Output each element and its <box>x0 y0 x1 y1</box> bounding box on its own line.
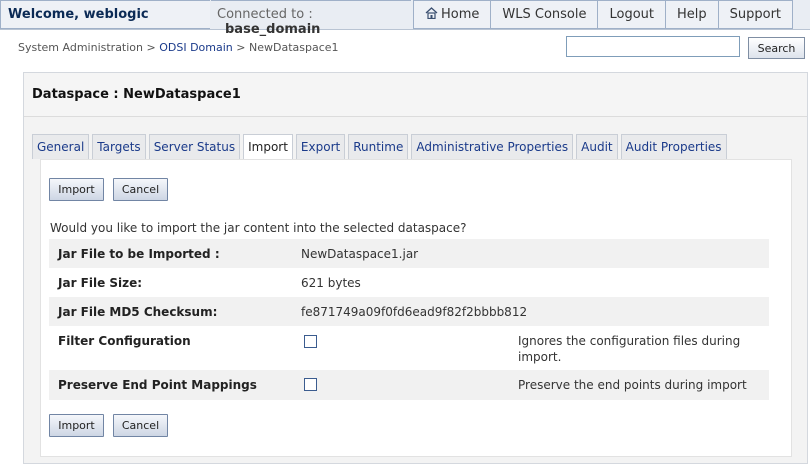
filter-config-row: Filter Configuration Ignores the configu… <box>49 326 769 370</box>
search-input[interactable] <box>566 36 740 57</box>
preserve-endpoints-description: Preserve the end points during import <box>518 378 747 392</box>
page-title: Dataspace : NewDataspace1 <box>24 73 807 117</box>
jar-file-row: Jar File to be Imported : NewDataspace1.… <box>49 239 769 268</box>
connection-info: Connected to : base_domain <box>211 0 411 37</box>
tab-server-status[interactable]: Server Status <box>148 134 241 159</box>
tab-administrative-properties[interactable]: Administrative Properties <box>411 134 574 159</box>
help-link[interactable]: Help <box>666 0 719 29</box>
dataspace-panel: Dataspace : NewDataspace1 General Target… <box>23 72 808 464</box>
tab-import[interactable]: Import <box>243 134 293 160</box>
jar-file-label: Jar File to be Imported : <box>58 247 220 261</box>
jar-file-value: NewDataspace1.jar <box>301 247 419 261</box>
filter-config-checkbox[interactable] <box>304 335 317 348</box>
logout-link[interactable]: Logout <box>598 0 666 29</box>
md5-row: Jar File MD5 Checksum: fe871749a09f0fd6e… <box>49 297 769 326</box>
filter-config-label: Filter Configuration <box>58 334 191 348</box>
breadcrumb-current: NewDataspace1 <box>249 41 339 54</box>
breadcrumb: System Administration > ODSI Domain > Ne… <box>18 41 339 54</box>
jar-size-label: Jar File Size: <box>58 276 143 290</box>
tab-runtime[interactable]: Runtime <box>348 134 409 159</box>
preserve-endpoints-label: Preserve End Point Mappings <box>58 378 257 392</box>
tab-export[interactable]: Export <box>295 134 346 159</box>
connected-label: Connected to : <box>217 7 313 22</box>
md5-label: Jar File MD5 Checksum: <box>58 305 218 319</box>
tab-general[interactable]: General <box>32 134 90 159</box>
preserve-endpoints-row: Preserve End Point Mappings Preserve the… <box>49 370 769 400</box>
import-button-bottom[interactable]: Import <box>49 414 104 437</box>
home-link[interactable]: Home <box>413 0 492 29</box>
search-button[interactable]: Search <box>748 37 805 59</box>
home-link-label: Home <box>441 7 480 22</box>
tab-audit-properties[interactable]: Audit Properties <box>620 134 727 159</box>
top-bar: Welcome, weblogic Connected to : base_do… <box>0 0 810 37</box>
import-form: Import Cancel Would you like to import t… <box>40 159 792 457</box>
import-button-top[interactable]: Import <box>49 178 104 201</box>
breadcrumb-odsi-domain[interactable]: ODSI Domain <box>159 41 233 54</box>
import-question: Would you like to import the jar content… <box>50 221 467 235</box>
cancel-button-top[interactable]: Cancel <box>113 178 168 201</box>
cancel-button-bottom[interactable]: Cancel <box>113 414 168 437</box>
top-nav: Home WLS Console Logout Help Support <box>413 0 794 29</box>
home-icon <box>425 7 438 19</box>
domain-name: base_domain <box>225 22 321 37</box>
tab-bar: General Targets Server Status Import Exp… <box>32 134 730 160</box>
tab-audit[interactable]: Audit <box>576 134 618 159</box>
jar-size-value: 621 bytes <box>301 276 361 290</box>
preserve-endpoints-checkbox[interactable] <box>304 378 317 391</box>
support-link[interactable]: Support <box>718 0 794 29</box>
breadcrumb-separator: > <box>236 41 246 54</box>
filter-config-description: Ignores the configuration files during i… <box>518 334 741 364</box>
md5-value: fe871749a09f0fd6ead9f82f2bbbb812 <box>301 305 528 319</box>
wls-console-link[interactable]: WLS Console <box>491 0 599 29</box>
welcome-text: Welcome, weblogic <box>0 0 210 29</box>
breadcrumb-separator: > <box>146 41 156 54</box>
jar-size-row: Jar File Size: 621 bytes <box>49 268 769 297</box>
tab-targets[interactable]: Targets <box>92 134 146 159</box>
breadcrumb-root[interactable]: System Administration <box>18 41 143 54</box>
